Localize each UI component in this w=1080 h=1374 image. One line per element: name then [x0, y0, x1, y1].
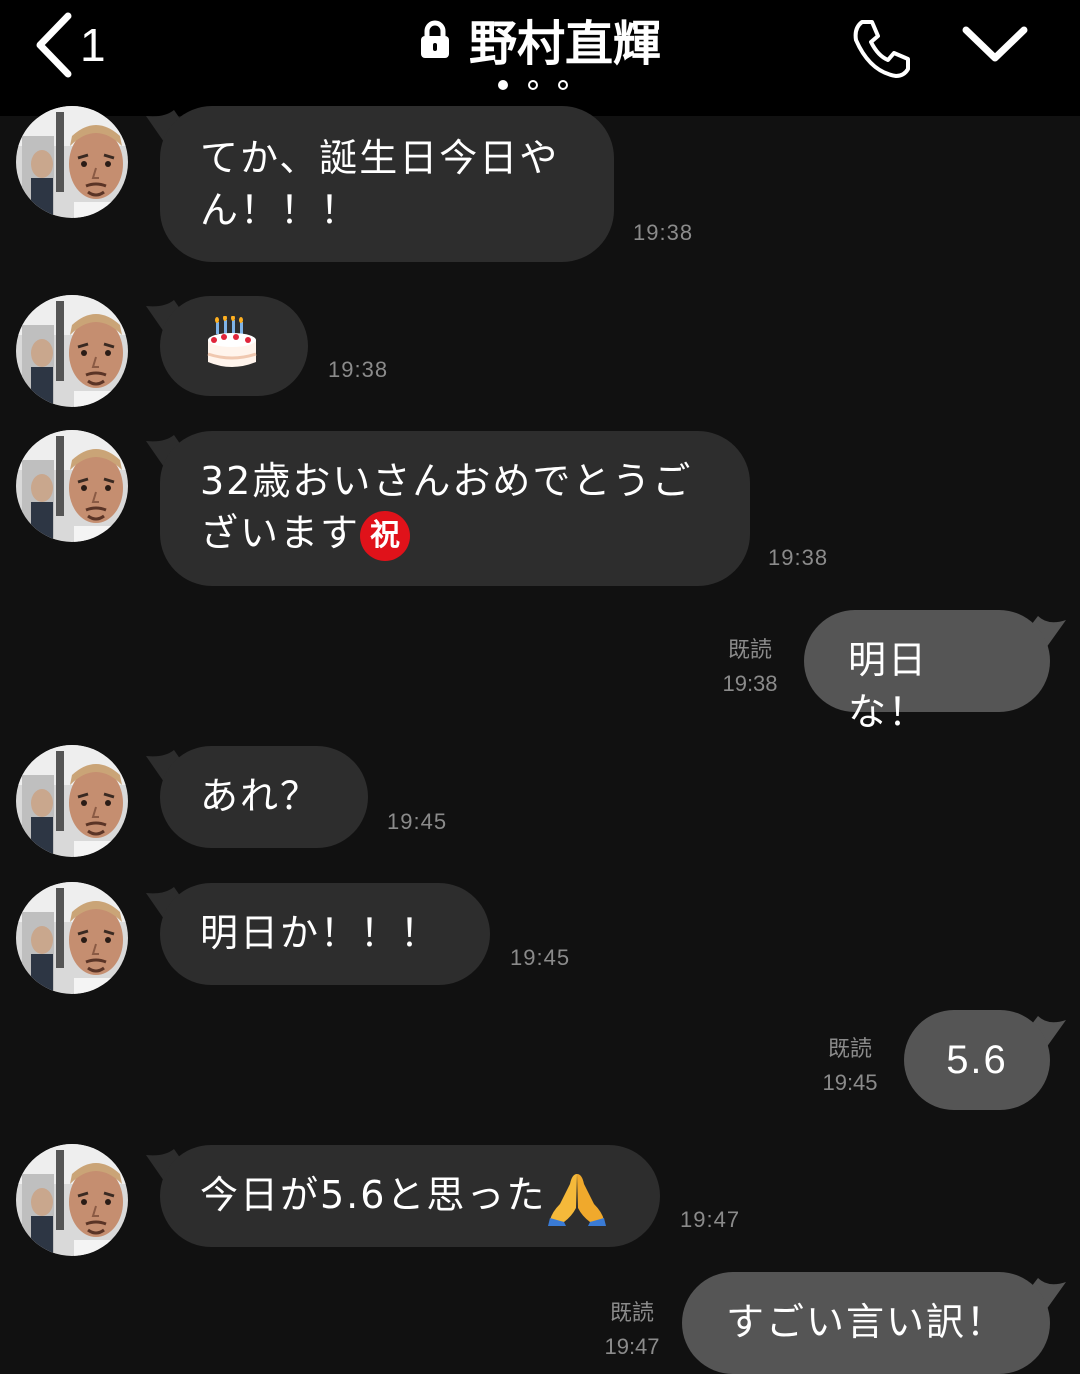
- avatar[interactable]: [16, 1144, 128, 1256]
- page-indicator: [498, 80, 568, 90]
- celebration-badge: 祝: [360, 510, 411, 561]
- avatar[interactable]: [16, 106, 128, 218]
- read-label: 既読: [609, 1300, 654, 1325]
- message-bubble[interactable]: すごい言い訳！: [682, 1272, 1050, 1374]
- message-bubble[interactable]: 明日か！！！: [160, 883, 490, 985]
- chevron-left-icon: [36, 12, 72, 78]
- message-text: 今日が5.6と思った: [200, 1173, 547, 1217]
- read-label: 既読: [727, 637, 772, 662]
- chevron-down-icon: [962, 26, 1028, 62]
- menu-toggle-button[interactable]: [960, 20, 1030, 70]
- message-bubble[interactable]: 今日が5.6と思った: [160, 1145, 660, 1247]
- message-text: 明日か！！！: [200, 911, 441, 955]
- back-button[interactable]: 1: [34, 10, 134, 80]
- message-bubble[interactable]: 5.6: [904, 1010, 1050, 1110]
- birthday-cake-icon: [207, 316, 257, 367]
- message-text: 32歳おいさんおめでとうご: [200, 459, 693, 503]
- message-bubble[interactable]: 32歳おいさんおめでとうご ざいます祝: [160, 431, 750, 586]
- avatar[interactable]: [16, 745, 128, 857]
- message-text: すごい言い訳！: [726, 1300, 1007, 1344]
- read-label: 既読: [827, 1036, 872, 1061]
- message-bubble[interactable]: [160, 296, 308, 396]
- chat-header: 1 野村直輝: [0, 0, 1080, 116]
- page-dot: [498, 80, 508, 90]
- chat-title[interactable]: 野村直輝: [419, 4, 661, 74]
- message-time: 19:47: [680, 1207, 741, 1232]
- folded-hands-icon: [548, 1173, 607, 1226]
- message-text: あれ？: [200, 774, 321, 818]
- message-time: 19:38: [768, 545, 829, 570]
- read-receipt: 既読 19:38: [712, 633, 788, 701]
- message-text: 5.6: [946, 1038, 1008, 1082]
- contact-name: 野村直輝: [468, 16, 661, 72]
- message-text: 明日な！: [848, 638, 929, 734]
- message-bubble[interactable]: てか、誕生日今日や ん！！！: [160, 106, 614, 262]
- avatar[interactable]: [16, 882, 128, 994]
- read-receipt: 既読 19:47: [594, 1296, 670, 1364]
- avatar[interactable]: [16, 295, 128, 407]
- message-time: 19:38: [722, 671, 778, 696]
- page-dot: [528, 80, 538, 90]
- message-time: 19:38: [328, 357, 389, 382]
- message-text: てか、誕生日今日や: [200, 136, 560, 180]
- call-button[interactable]: [848, 16, 914, 82]
- message-bubble[interactable]: あれ？: [160, 746, 368, 848]
- avatar[interactable]: [16, 430, 128, 542]
- read-receipt: 既読 19:45: [812, 1032, 888, 1100]
- phone-icon: [853, 20, 910, 78]
- message-time: 19:45: [387, 809, 448, 834]
- message-text: ん！！！: [200, 188, 361, 232]
- message-time: 19:47: [604, 1334, 660, 1359]
- page-dot: [558, 80, 568, 90]
- message-time: 19:45: [510, 945, 571, 970]
- lock-icon: [420, 20, 449, 58]
- message-bubble[interactable]: 明日な！: [804, 610, 1050, 734]
- message-time: 19:38: [633, 220, 694, 245]
- message-time: 19:45: [822, 1070, 878, 1095]
- unread-count: 1: [80, 19, 106, 71]
- message-text: ざいます: [200, 511, 361, 555]
